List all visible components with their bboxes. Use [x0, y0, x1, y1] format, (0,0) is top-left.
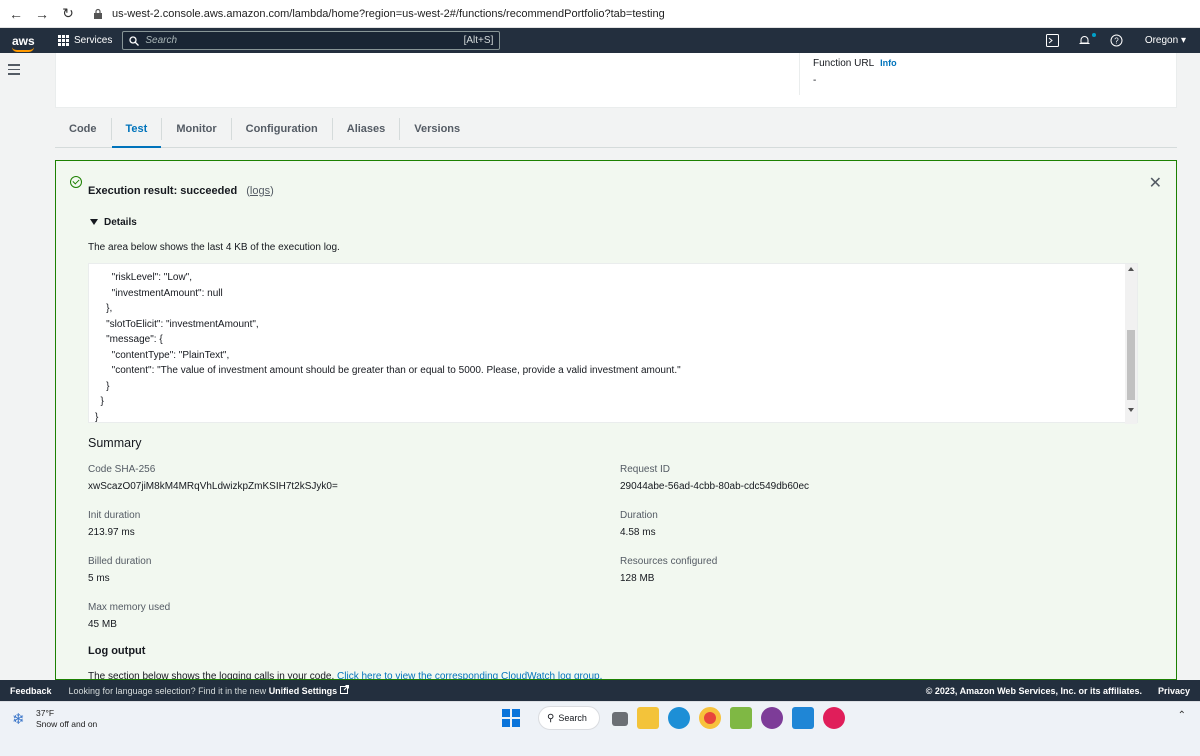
- tab-monitor[interactable]: Monitor: [162, 112, 230, 146]
- external-link-icon: [339, 685, 349, 694]
- tab-aliases[interactable]: Aliases: [333, 112, 400, 146]
- language-notice: Looking for language selection? Find it …: [69, 685, 349, 696]
- log-scrollbar[interactable]: [1125, 264, 1137, 424]
- address-bar[interactable]: us-west-2.console.aws.amazon.com/lambda/…: [92, 8, 665, 20]
- notepad-icon[interactable]: [730, 707, 752, 729]
- billed-duration-value: 5 ms: [88, 573, 110, 584]
- github-icon[interactable]: [761, 707, 783, 729]
- billed-duration-label: Billed duration: [88, 556, 152, 567]
- forward-icon[interactable]: →: [32, 4, 52, 24]
- init-duration-value: 213.97 ms: [88, 527, 135, 538]
- scroll-thumb[interactable]: [1127, 330, 1135, 400]
- details-toggle[interactable]: Details: [90, 217, 137, 228]
- summary-heading: Summary: [88, 436, 142, 450]
- duration-label: Duration: [620, 510, 658, 521]
- success-check-icon: [70, 176, 82, 188]
- windows-start-icon[interactable]: [502, 709, 520, 727]
- log-output-description: The section below shows the logging call…: [88, 671, 603, 680]
- resources-configured-label: Resources configured: [620, 556, 718, 567]
- snow-icon: ❄: [12, 711, 25, 728]
- execution-log[interactable]: "riskLevel": "Low", "investmentAmount": …: [88, 263, 1138, 424]
- cloudwatch-link[interactable]: Click here to view the corresponding Clo…: [337, 671, 602, 679]
- execution-result-title: Execution result: succeeded (logs): [88, 185, 274, 197]
- unified-settings-link[interactable]: Unified Settings: [269, 686, 338, 696]
- execution-log-text: "riskLevel": "Low", "investmentAmount": …: [95, 272, 681, 423]
- function-overview-panel: Function URL Info -: [55, 53, 1177, 108]
- request-id-value: 29044abe-56ad-4cbb-80ab-cdc549db60ec: [620, 481, 810, 492]
- edge-icon[interactable]: [668, 707, 690, 729]
- slack-icon[interactable]: [823, 707, 845, 729]
- temperature: 37°F: [36, 708, 55, 718]
- log-area-description: The area below shows the last 4 KB of th…: [88, 242, 340, 253]
- back-icon[interactable]: ←: [6, 4, 26, 24]
- function-tabs: Code Test Monitor Configuration Aliases …: [55, 112, 1177, 148]
- help-icon[interactable]: ?: [1109, 33, 1125, 49]
- close-icon[interactable]: ✕: [1149, 173, 1162, 193]
- execution-result-panel: Execution result: succeeded (logs) ✕ Det…: [55, 160, 1177, 680]
- request-id-label: Request ID: [620, 464, 671, 475]
- function-url-label: Function URL Info: [813, 58, 897, 69]
- url-text: us-west-2.console.aws.amazon.com/lambda/…: [112, 7, 665, 20]
- search-icon: [129, 35, 140, 46]
- tab-versions[interactable]: Versions: [400, 112, 474, 146]
- aws-top-nav: aws Services Search [Alt+S] ? Oregon ▾: [0, 28, 1200, 53]
- feedback-button[interactable]: Feedback: [10, 686, 52, 696]
- taskbar-search-button[interactable]: ⚲ Search: [538, 706, 600, 730]
- weather-widget[interactable]: ❄ 37°F Snow off and on: [12, 708, 97, 730]
- resources-configured-value: 128 MB: [620, 573, 655, 584]
- aws-logo[interactable]: aws: [12, 34, 38, 52]
- max-memory-value: 45 MB: [88, 619, 117, 630]
- cloudshell-icon[interactable]: [1045, 33, 1061, 49]
- region-selector[interactable]: Oregon ▾: [1145, 35, 1186, 46]
- function-url-value: -: [813, 75, 817, 86]
- lock-icon: [94, 8, 102, 19]
- reload-icon[interactable]: ↻: [58, 4, 78, 24]
- chrome-icon[interactable]: [699, 707, 721, 729]
- svg-text:?: ?: [1115, 37, 1120, 46]
- code-sha-label: Code SHA-256: [88, 464, 156, 475]
- task-view-icon[interactable]: [612, 712, 628, 726]
- notifications-icon[interactable]: [1077, 32, 1096, 49]
- copyright: © 2023, Amazon Web Services, Inc. or its…: [925, 685, 1142, 696]
- code-sha-value: xwScazO07jiM8kM4MRqVhLdwizkpZmKSIH7t2kSJ…: [88, 481, 338, 492]
- tab-test[interactable]: Test: [111, 112, 162, 148]
- chevron-up-icon[interactable]: ⌃: [1178, 710, 1186, 721]
- init-duration-label: Init duration: [88, 510, 141, 521]
- weather-description: Snow off and on: [36, 719, 98, 729]
- scroll-down-icon[interactable]: [1128, 408, 1134, 412]
- search-placeholder: Search: [145, 35, 178, 46]
- services-button[interactable]: Services: [58, 35, 112, 46]
- log-output-heading: Log output: [88, 645, 146, 657]
- windows-taskbar: ❄ 37°F Snow off and on ⚲ Search ⌃: [0, 701, 1200, 756]
- search-icon: ⚲: [547, 712, 555, 724]
- grid-icon: [58, 35, 69, 46]
- caret-down-icon: [90, 219, 98, 225]
- tab-code[interactable]: Code: [55, 112, 111, 146]
- browser-toolbar: ← → ↻ us-west-2.console.aws.amazon.com/l…: [0, 0, 1200, 28]
- info-link[interactable]: Info: [880, 58, 897, 68]
- file-explorer-icon[interactable]: [637, 707, 659, 729]
- search-shortcut: [Alt+S]: [463, 35, 494, 46]
- scroll-up-icon[interactable]: [1128, 267, 1134, 271]
- console-footer: Feedback Looking for language selection?…: [0, 680, 1200, 701]
- search-input[interactable]: Search [Alt+S]: [122, 31, 501, 50]
- privacy-link[interactable]: Privacy: [1158, 686, 1190, 696]
- menu-icon[interactable]: [8, 64, 20, 75]
- max-memory-label: Max memory used: [88, 602, 171, 613]
- vscode-icon[interactable]: [792, 707, 814, 729]
- duration-value: 4.58 ms: [620, 527, 656, 538]
- tab-configuration[interactable]: Configuration: [232, 112, 332, 146]
- logs-link[interactable]: logs: [250, 185, 270, 197]
